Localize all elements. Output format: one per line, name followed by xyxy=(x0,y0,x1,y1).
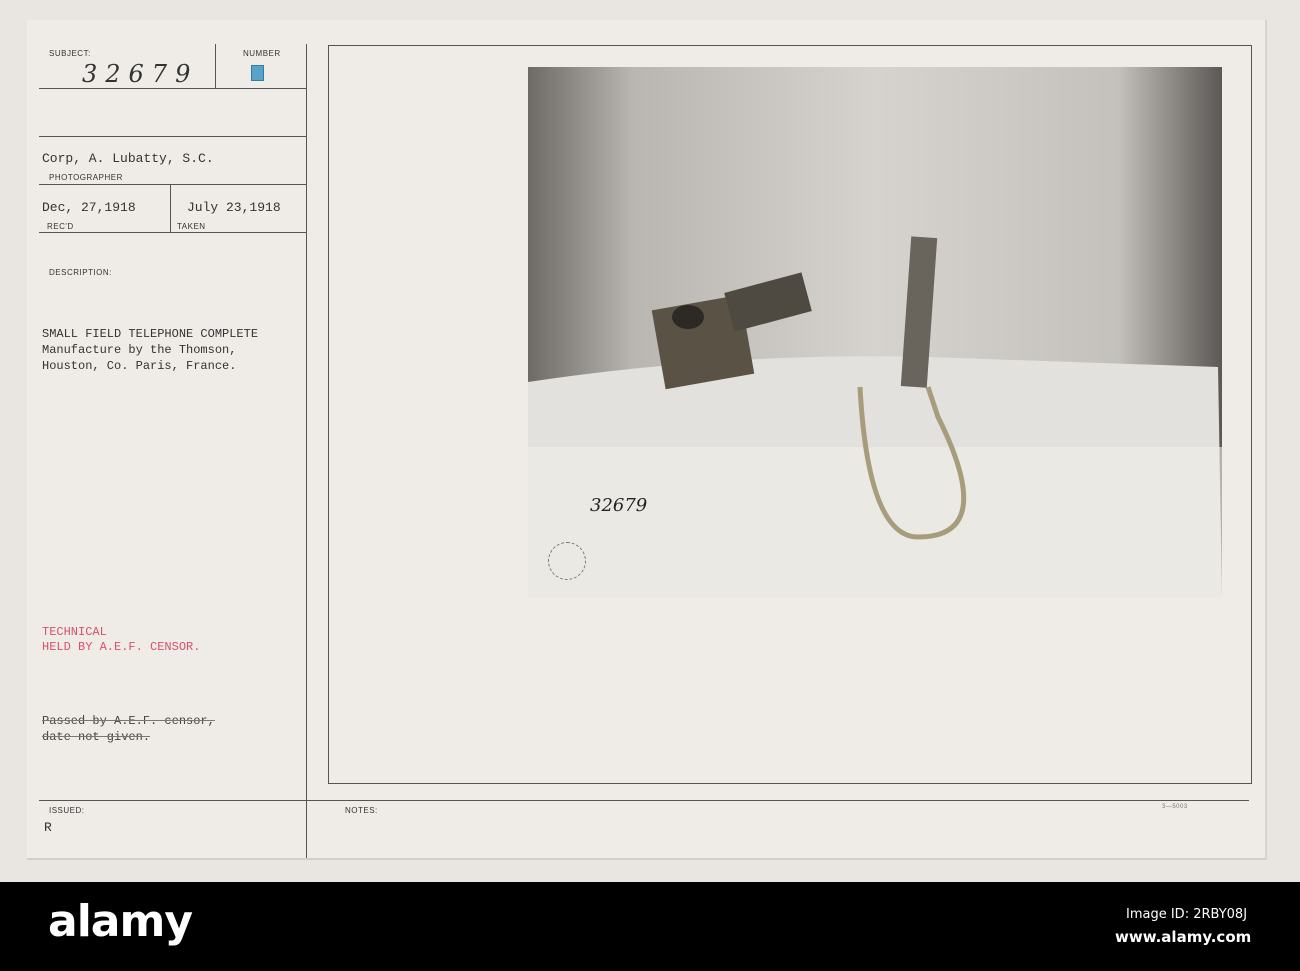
censor-line: TECHNICAL xyxy=(42,625,107,639)
photograph: 32679 xyxy=(528,67,1222,597)
description-line: SMALL FIELD TELEPHONE COMPLETE xyxy=(42,327,259,341)
issued-value: R xyxy=(44,820,52,835)
issued-label: ISSUED: xyxy=(49,806,85,815)
taken-label: TAKEN xyxy=(177,222,206,231)
passed-note: Passed by A.E.F. censor, date not given. xyxy=(42,713,215,745)
received-label: REC'D xyxy=(47,222,74,231)
alamy-logo: alamy xyxy=(48,896,193,947)
signal-corps-stamp xyxy=(548,542,586,580)
censor-note: TECHNICAL HELD BY A.E.F. CENSOR. xyxy=(42,625,200,655)
photographer: Corp, A. Lubatty, S.C. xyxy=(42,151,214,166)
description-line: Houston, Co. Paris, France. xyxy=(42,359,237,373)
censor-line: HELD BY A.E.F. CENSOR. xyxy=(42,640,201,654)
image-id: Image ID: 2RBY08J xyxy=(1126,907,1248,922)
number-stamp xyxy=(251,65,264,81)
alamy-url[interactable]: www.alamy.com xyxy=(1115,928,1251,946)
taken-date: July 23,1918 xyxy=(187,200,281,215)
subject-number: 32679 xyxy=(82,60,199,88)
received-date: Dec, 27,1918 xyxy=(42,200,136,215)
form-number: 3—5003 xyxy=(1162,804,1188,810)
description: SMALL FIELD TELEPHONE COMPLETE Manufactu… xyxy=(42,326,258,374)
description-line: Manufacture by the Thomson, xyxy=(42,343,237,357)
number-label: NUMBER xyxy=(243,49,281,58)
subject-label: SUBJECT: xyxy=(49,49,91,58)
photographer-label: PHOTOGRAPHER xyxy=(49,173,123,182)
photo-scene xyxy=(528,236,1222,597)
description-label: DESCRIPTION: xyxy=(49,268,112,277)
footer-bar: alamy Image ID: 2RBY08J www.alamy.com xyxy=(0,882,1300,971)
passed-line: Passed by A.E.F. censor, xyxy=(42,714,215,728)
notes-label: NOTES: xyxy=(345,806,378,815)
passed-line: date not given. xyxy=(42,730,151,744)
photo-number: 32679 xyxy=(590,495,648,516)
